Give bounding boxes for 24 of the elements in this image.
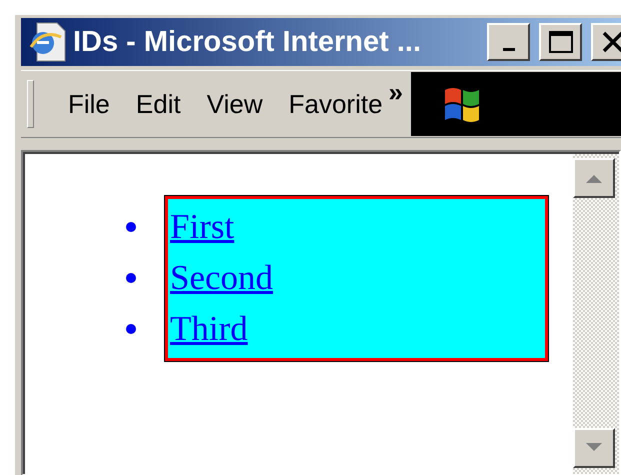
bullet-icon xyxy=(126,324,136,334)
link[interactable]: Second xyxy=(168,258,274,298)
link[interactable]: Third xyxy=(168,308,248,348)
minimize-button[interactable] xyxy=(487,23,530,61)
menu-item[interactable]: View xyxy=(200,88,269,120)
menu-item[interactable]: Favorite xyxy=(282,88,389,120)
down-arrow-icon xyxy=(584,442,604,454)
link[interactable]: First xyxy=(168,206,234,246)
menu-overflow-button[interactable]: » xyxy=(388,77,403,108)
maximize-icon xyxy=(548,30,574,54)
browser-icon xyxy=(27,21,67,63)
vertical-scrollbar[interactable] xyxy=(573,152,619,474)
menu-item[interactable]: Edit xyxy=(130,88,187,120)
menu-item[interactable]: File xyxy=(62,88,116,120)
close-icon xyxy=(600,31,621,53)
up-arrow-icon xyxy=(584,172,604,184)
scroll-down-button[interactable] xyxy=(573,428,615,468)
window-title: IDs - Microsoft Internet ... xyxy=(73,26,422,58)
scroll-up-button[interactable] xyxy=(573,158,615,198)
bullet-icon xyxy=(126,272,136,282)
minimize-icon xyxy=(502,48,514,50)
toolbar-grip[interactable] xyxy=(27,80,34,128)
bullet-icon xyxy=(126,222,136,232)
maximize-button[interactable] xyxy=(539,23,582,61)
